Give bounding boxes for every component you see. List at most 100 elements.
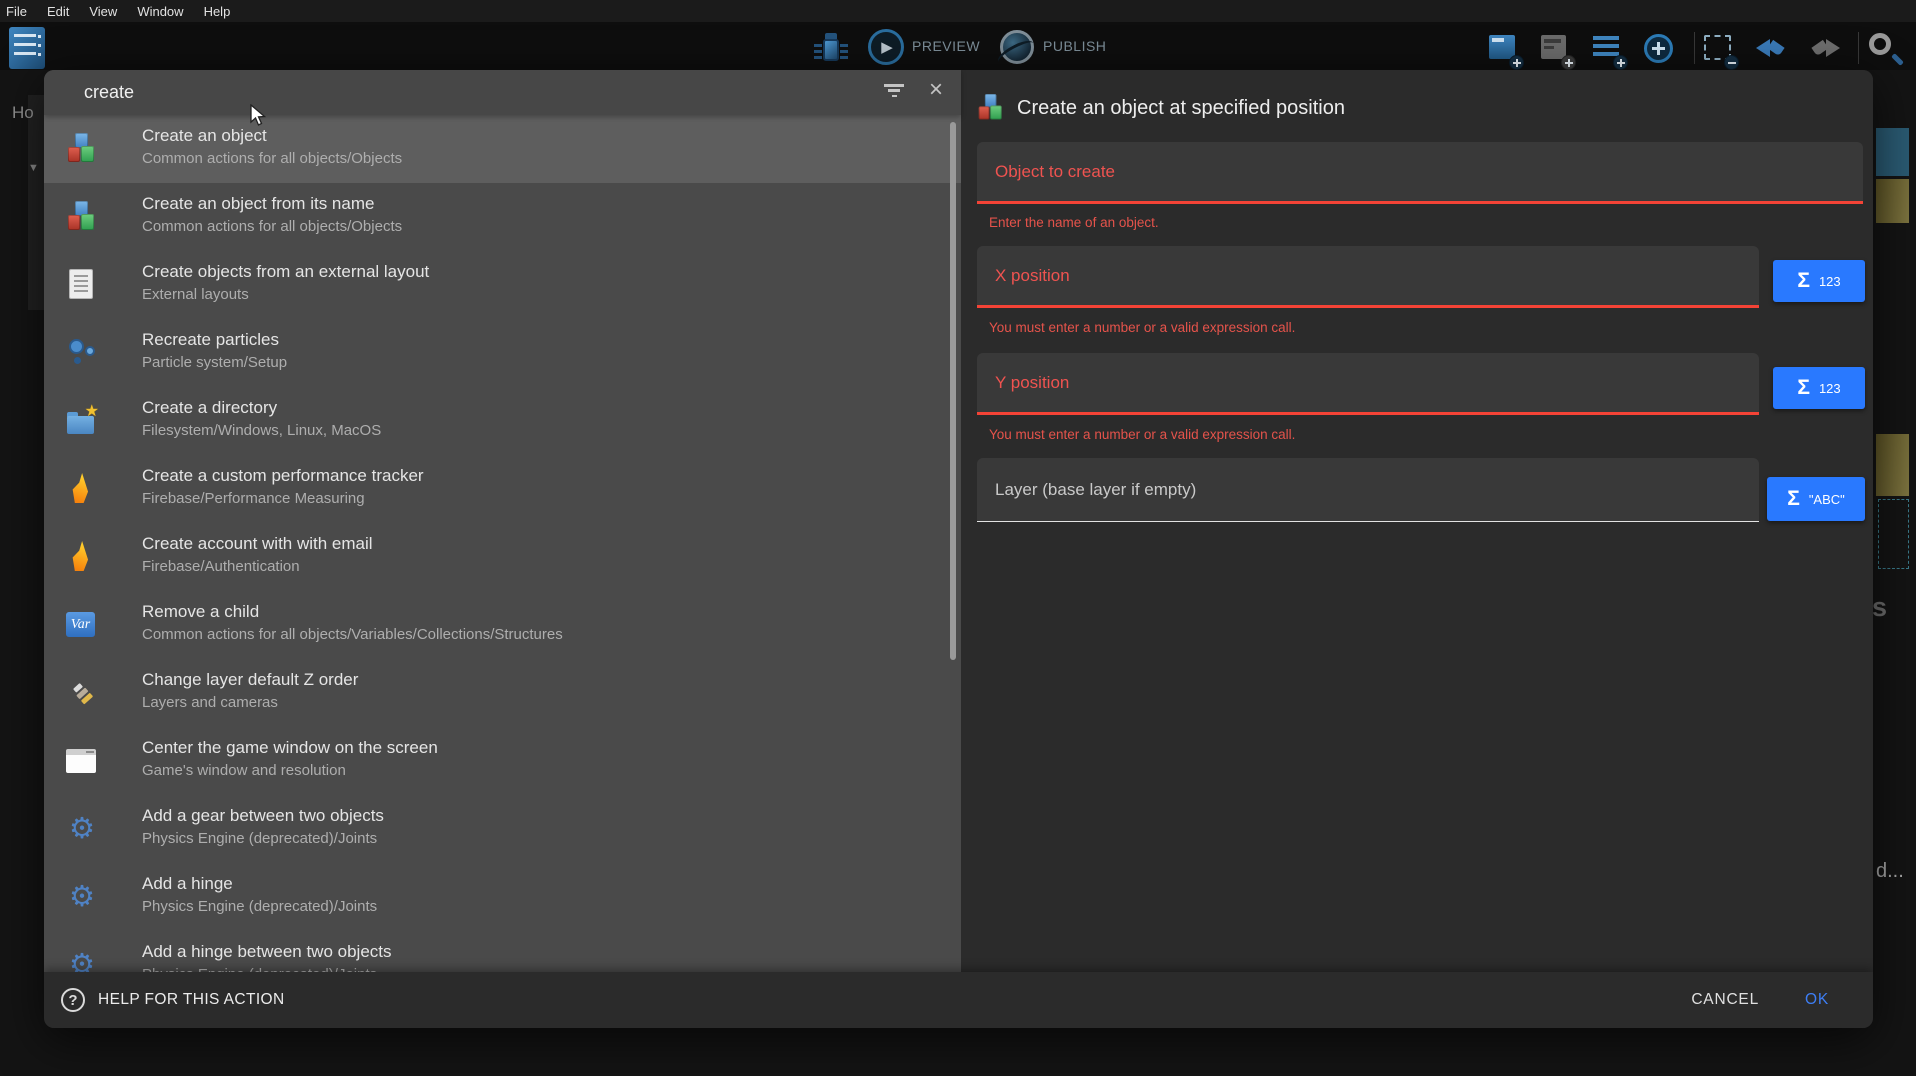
play-glyph: ▶: [881, 38, 893, 56]
background-panel-edge: [28, 95, 44, 310]
result-row[interactable]: ⚙ Add a hinge Physics Engine (deprecated…: [44, 863, 961, 931]
result-title: Change layer default Z order: [142, 668, 358, 692]
filter-icon[interactable]: [883, 84, 905, 101]
project-manager-icon[interactable]: [9, 27, 45, 69]
action-title: Create an object at specified position: [1017, 97, 1345, 120]
result-title: Create an object: [142, 124, 402, 148]
result-title: Recreate particles: [142, 328, 287, 352]
publish-globe-icon[interactable]: [1000, 30, 1034, 64]
close-icon[interactable]: ×: [929, 76, 943, 104]
debug-icon[interactable]: [814, 31, 848, 67]
search-results-list: Create an object Common actions for all …: [44, 115, 961, 972]
result-subtitle: Firebase/Authentication: [142, 556, 373, 578]
result-row[interactable]: Create objects from an external layout E…: [44, 251, 961, 319]
bug-legs: [814, 41, 822, 59]
search-icon[interactable]: [1866, 31, 1902, 67]
add-object-icon[interactable]: [1486, 31, 1522, 67]
y-position-field[interactable]: Y position: [977, 353, 1759, 415]
result-subtitle: Physics Engine (deprecated)/Joints: [142, 964, 392, 972]
search-header: ×: [44, 70, 961, 115]
z-order-icon: [59, 670, 104, 715]
field-error-text: You must enter a number or a valid expre…: [989, 320, 1295, 335]
add-circle-icon[interactable]: [1641, 31, 1677, 67]
menu-window[interactable]: Window: [137, 4, 183, 19]
background-text-fragment: s: [1872, 592, 1887, 623]
menu-edit[interactable]: Edit: [47, 4, 69, 19]
expression-type: "ABC": [1809, 492, 1845, 507]
cancel-button[interactable]: CANCEL: [1691, 991, 1759, 1009]
result-title: Add a hinge: [142, 872, 377, 896]
result-title: Add a gear between two objects: [142, 804, 384, 828]
menu-help[interactable]: Help: [204, 4, 231, 19]
field-label: Y position: [995, 373, 1069, 393]
help-label: HELP FOR THIS ACTION: [98, 991, 285, 1009]
result-subtitle: Particle system/Setup: [142, 352, 287, 374]
menu-file[interactable]: File: [6, 4, 27, 19]
preview-button[interactable]: PREVIEW: [912, 38, 980, 54]
object-to-create-field[interactable]: Object to create: [977, 142, 1863, 204]
expression-type: 123: [1819, 274, 1841, 289]
firebase-flame-icon: [66, 473, 98, 505]
game-window-icon: [66, 745, 98, 777]
instruction-editor-dialog: × Create an object Common actions for al…: [44, 70, 1873, 1028]
publish-button[interactable]: PUBLISH: [1043, 38, 1106, 54]
particles-icon: [66, 337, 98, 369]
sigma-icon: Σ: [1797, 269, 1810, 293]
result-title: Create objects from an external layout: [142, 260, 429, 284]
x-position-field[interactable]: X position: [977, 246, 1759, 308]
ok-button[interactable]: OK: [1805, 991, 1829, 1009]
result-title: Remove a child: [142, 600, 563, 624]
chevron-down-icon[interactable]: ▼: [28, 162, 39, 174]
result-row[interactable]: ★ Create a directory Filesystem/Windows,…: [44, 387, 961, 455]
background-fragment: [1876, 434, 1909, 496]
objects-icon: [977, 94, 1005, 122]
menu-view[interactable]: View: [89, 4, 117, 19]
toolbar-separator: [1858, 32, 1859, 64]
result-title: Center the game window on the screen: [142, 736, 438, 760]
undo-icon[interactable]: [1754, 31, 1790, 67]
menu-bar: File Edit View Window Help: [0, 0, 1916, 22]
remove-selection-icon[interactable]: [1701, 31, 1737, 67]
objects-icon: [66, 133, 98, 165]
layer-field[interactable]: Layer (base layer if empty): [977, 458, 1759, 522]
add-group-icon[interactable]: [1538, 31, 1574, 67]
add-comment-icon[interactable]: [1590, 31, 1626, 67]
gear-icon: ⚙: [66, 949, 98, 972]
field-label: Layer (base layer if empty): [995, 480, 1196, 500]
result-subtitle: Common actions for all objects/Variables…: [142, 624, 563, 646]
dialog-footer: ? HELP FOR THIS ACTION CANCEL OK: [44, 972, 1873, 1028]
expression-editor-button[interactable]: Σ 123: [1773, 260, 1865, 302]
result-row[interactable]: Center the game window on the screen Gam…: [44, 727, 961, 795]
sigma-icon: Σ: [1797, 376, 1810, 400]
result-row[interactable]: Create an object Common actions for all …: [44, 115, 961, 183]
result-row[interactable]: ⚙ Add a gear between two objects Physics…: [44, 795, 961, 863]
expression-editor-button[interactable]: Σ "ABC": [1767, 477, 1865, 521]
result-subtitle: External layouts: [142, 284, 429, 306]
result-row[interactable]: Create account with with email Firebase/…: [44, 523, 961, 591]
preview-play-icon[interactable]: ▶: [868, 29, 904, 65]
result-subtitle: Layers and cameras: [142, 692, 358, 714]
toolbar-separator: [1694, 32, 1695, 64]
result-row[interactable]: Change layer default Z order Layers and …: [44, 659, 961, 727]
result-subtitle: Common actions for all objects/Objects: [142, 148, 402, 170]
redo-icon[interactable]: [1806, 31, 1842, 67]
objects-icon: [66, 201, 98, 233]
gear-icon: ⚙: [66, 881, 98, 913]
scrollbar[interactable]: [950, 122, 956, 660]
search-input[interactable]: [84, 70, 764, 115]
result-row[interactable]: Var Remove a child Common actions for al…: [44, 591, 961, 659]
expression-type: 123: [1819, 381, 1841, 396]
result-row[interactable]: ⚙ Add a hinge between two objects Physic…: [44, 931, 961, 972]
result-row[interactable]: Create a custom performance tracker Fire…: [44, 455, 961, 523]
result-subtitle: Physics Engine (deprecated)/Joints: [142, 828, 384, 850]
result-title: Create account with with email: [142, 532, 373, 556]
expression-editor-button[interactable]: Σ 123: [1773, 367, 1865, 409]
help-button[interactable]: ? HELP FOR THIS ACTION: [61, 988, 285, 1012]
field-error-text: You must enter a number or a valid expre…: [989, 427, 1295, 442]
star-glyph: ★: [85, 401, 99, 421]
sigma-icon: Σ: [1787, 487, 1800, 511]
background-fragment: [1876, 128, 1909, 176]
result-row[interactable]: Recreate particles Particle system/Setup: [44, 319, 961, 387]
result-row[interactable]: Create an object from its name Common ac…: [44, 183, 961, 251]
help-icon: ?: [61, 988, 85, 1012]
